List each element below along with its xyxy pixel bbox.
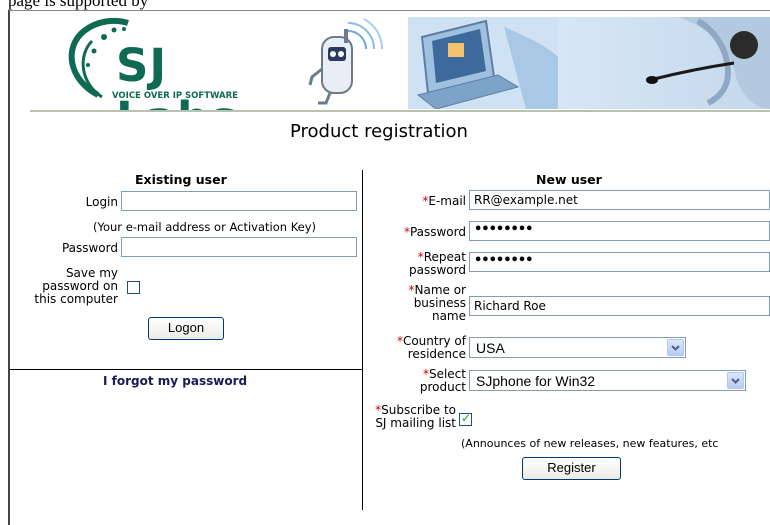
login-label: Login [85, 195, 118, 209]
email-input[interactable]: RR@example.net [469, 190, 770, 210]
product-select[interactable]: SJphone for Win32 [469, 370, 746, 391]
subscribe-note: (Announces of new releases, new features… [461, 437, 719, 450]
register-button[interactable]: Register [522, 457, 621, 480]
subscribe-label-line-2: SJ mailing list [375, 416, 456, 430]
login-input[interactable] [121, 191, 357, 211]
new-password-input[interactable]: •••••••• [469, 221, 770, 241]
email-label-text: E-mail [428, 194, 466, 208]
sj-labs-logo: SJ Labs VOICE OVER IP SOFTWARE [58, 17, 298, 110]
product-label-line-2: product [419, 380, 466, 394]
new-password-label-text: Password [409, 225, 466, 239]
header-banner: SJ Labs VOICE OVER IP SOFTWARE [30, 17, 770, 110]
computer-monitor-icon [408, 17, 558, 109]
save-label-line-3: this computer [34, 292, 118, 306]
chevron-down-icon[interactable] [667, 339, 684, 356]
name-label: *Name or business name [380, 283, 467, 323]
product-select-value: SJphone for Win32 [476, 373, 596, 389]
name-label-line-1: Name or [414, 283, 467, 297]
subscribe-checkbox[interactable]: ✓ [459, 411, 472, 426]
new-password-label: *Password [380, 226, 466, 239]
password-label: Password [61, 241, 118, 255]
repeat-password-label: *Repeat password [380, 251, 466, 277]
login-hint: (Your e-mail address or Activation Key) [93, 220, 317, 234]
checkmark-icon: ✓ [461, 411, 472, 425]
header-separator [30, 110, 770, 112]
save-password-checkbox[interactable] [127, 281, 140, 294]
save-password-label: Save my password on this computer [14, 267, 118, 306]
existing-user-heading: Existing user [135, 172, 227, 187]
country-select[interactable]: USA [469, 337, 686, 358]
country-label-line-2: residence [407, 347, 466, 361]
logo-tagline: VOICE OVER IP SOFTWARE [112, 91, 238, 101]
subscribe-label: *Subscribe to SJ mailing list [360, 404, 456, 430]
chevron-down-icon[interactable] [727, 372, 744, 389]
forgot-password-link[interactable]: I forgot my password [103, 374, 247, 388]
logon-button[interactable]: Logon [148, 317, 224, 340]
country-select-value: USA [476, 340, 505, 356]
country-label-line-1: Country of [402, 334, 466, 348]
email-label: *E-mail [380, 195, 466, 208]
subscribe-label-line-1: Subscribe to [381, 403, 456, 417]
left-section-divider [10, 369, 362, 370]
product-label-line-1: Select [428, 367, 466, 381]
country-label: *Country of residence [370, 335, 466, 361]
repeat-label-line-2: password [409, 263, 466, 277]
new-user-heading: New user [536, 172, 602, 187]
repeat-label-line-1: Repeat [423, 250, 466, 264]
column-divider [362, 170, 363, 510]
page-title: Product registration [290, 121, 468, 142]
phone-mascot-icon [308, 19, 383, 105]
name-input[interactable]: Richard Roe [469, 296, 770, 316]
repeat-password-input[interactable]: •••••••• [469, 252, 770, 272]
product-label: *Select product [380, 368, 466, 394]
name-label-line-3: name [431, 309, 466, 323]
headset-woman-banner [558, 17, 770, 109]
password-input[interactable] [121, 237, 357, 257]
